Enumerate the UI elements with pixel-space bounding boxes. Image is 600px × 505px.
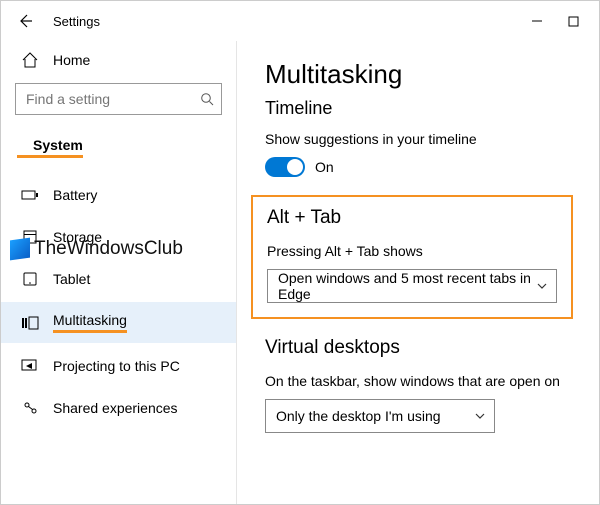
battery-icon bbox=[21, 186, 39, 204]
sidebar-item-battery[interactable]: Battery bbox=[1, 176, 236, 214]
shared-icon bbox=[21, 399, 39, 417]
home-icon bbox=[21, 51, 39, 69]
minimize-button[interactable] bbox=[519, 7, 555, 35]
chevron-down-icon bbox=[536, 280, 548, 292]
chevron-down-icon bbox=[474, 410, 486, 422]
search-icon bbox=[200, 92, 214, 106]
page-title: Multitasking bbox=[265, 59, 587, 90]
projecting-icon bbox=[21, 357, 39, 375]
sidebar-item-label: Tablet bbox=[53, 271, 90, 287]
dropdown-selected-value: Open windows and 5 most recent tabs in E… bbox=[278, 270, 536, 302]
sidebar-item-projecting[interactable]: Projecting to this PC bbox=[1, 347, 236, 385]
search-field-container bbox=[15, 83, 222, 115]
search-input[interactable] bbox=[15, 83, 222, 115]
sidebar-item-tablet[interactable]: Tablet bbox=[1, 260, 236, 298]
sidebar-item-label: Shared experiences bbox=[53, 400, 178, 416]
sidebar-item-label: Multitasking bbox=[53, 312, 127, 333]
section-heading-virtual: Virtual desktops bbox=[265, 337, 587, 359]
alttab-dropdown[interactable]: Open windows and 5 most recent tabs in E… bbox=[267, 269, 557, 303]
sidebar-item-label: Battery bbox=[53, 187, 97, 203]
arrow-left-icon bbox=[17, 13, 33, 29]
minimize-icon bbox=[531, 15, 543, 27]
alttab-setting-label: Pressing Alt + Tab shows bbox=[267, 243, 557, 259]
timeline-suggestions-toggle[interactable] bbox=[265, 157, 305, 177]
nav-home-label: Home bbox=[53, 52, 90, 68]
alttab-section-highlight: Alt + Tab Pressing Alt + Tab shows Open … bbox=[251, 195, 573, 319]
maximize-icon bbox=[568, 16, 579, 27]
sidebar: Home System Battery bbox=[1, 41, 237, 504]
dropdown-selected-value: Only the desktop I'm using bbox=[276, 408, 441, 424]
nav-home[interactable]: Home bbox=[1, 41, 236, 83]
nav-list: Battery Storage Tablet bbox=[1, 176, 236, 427]
sidebar-item-multitasking[interactable]: Multitasking bbox=[1, 302, 236, 343]
section-heading-alttab: Alt + Tab bbox=[267, 207, 557, 229]
virtual-setting-label: On the taskbar, show windows that are op… bbox=[265, 373, 587, 389]
sidebar-item-label: Projecting to this PC bbox=[53, 358, 180, 374]
maximize-button[interactable] bbox=[555, 7, 591, 35]
multitasking-icon bbox=[21, 314, 39, 332]
toggle-state-label: On bbox=[315, 159, 334, 175]
sidebar-item-shared[interactable]: Shared experiences bbox=[1, 389, 236, 427]
titlebar: Settings bbox=[1, 1, 599, 41]
back-button[interactable] bbox=[9, 5, 41, 37]
sidebar-item-label: Storage bbox=[53, 229, 102, 245]
content-area: Multitasking Timeline Show suggestions i… bbox=[237, 41, 599, 504]
section-heading-timeline: Timeline bbox=[265, 98, 587, 119]
sidebar-item-storage[interactable]: Storage bbox=[1, 218, 236, 256]
tablet-icon bbox=[21, 270, 39, 288]
sidebar-category[interactable]: System bbox=[17, 131, 83, 158]
timeline-setting-label: Show suggestions in your timeline bbox=[265, 131, 587, 147]
virtual-desktops-dropdown[interactable]: Only the desktop I'm using bbox=[265, 399, 495, 433]
storage-icon bbox=[21, 228, 39, 246]
window-title: Settings bbox=[53, 14, 100, 29]
